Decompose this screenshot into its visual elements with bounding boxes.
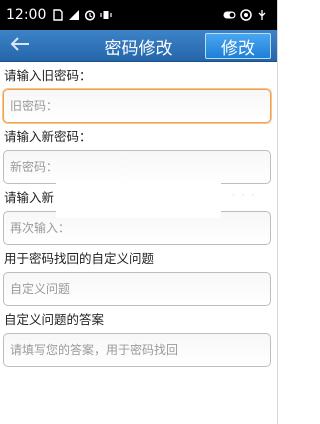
app-icon: [239, 9, 252, 22]
security-question-label: 用于密码找回的自定义问题: [4, 251, 155, 266]
back-button[interactable]: [0, 30, 40, 62]
old-password-label: 请输入旧密码：: [4, 68, 92, 83]
signal-icon: [67, 9, 80, 22]
security-question-field[interactable]: [3, 272, 271, 306]
status-time: 12:00: [6, 7, 47, 23]
status-bar: 12:00: [0, 0, 277, 30]
toggle-icon: [223, 9, 236, 22]
occluding-patch: [56, 182, 221, 218]
decorative-dots: · · ·: [232, 191, 257, 201]
back-arrow-icon: [9, 36, 31, 56]
sim-card-icon: [51, 9, 64, 22]
usb-icon: [255, 9, 268, 22]
new-password-field[interactable]: [3, 150, 271, 184]
new-password-label: 请输入新密码：: [4, 129, 92, 144]
security-answer-field[interactable]: [3, 333, 271, 367]
title-bar: 密码修改 修改: [0, 30, 277, 62]
old-password-field[interactable]: [3, 89, 271, 123]
alarm-icon: [83, 9, 96, 22]
submit-button[interactable]: 修改: [205, 33, 271, 59]
security-answer-label: 自定义问题的答案: [4, 312, 105, 327]
phone-screen: 12:00 密码修改 修改 请输入旧密码： 旧密码： 请输入新密码： 新密码： …: [0, 0, 278, 424]
vibrate-icon: [99, 9, 112, 22]
